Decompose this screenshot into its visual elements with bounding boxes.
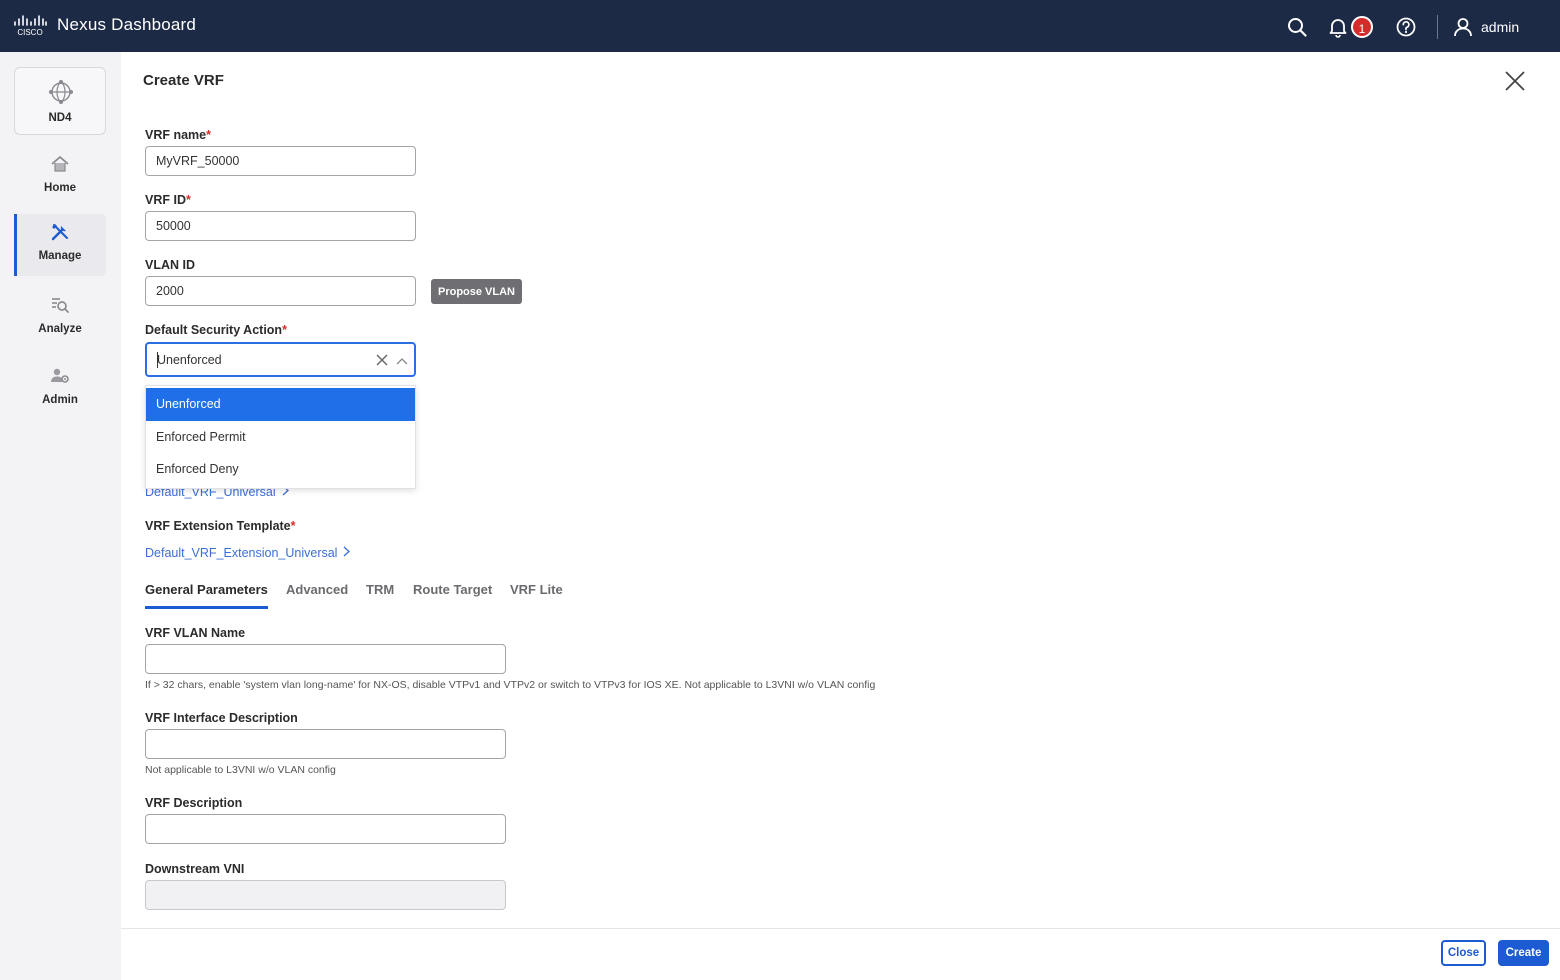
chevron-up-icon[interactable] <box>396 356 408 366</box>
required-marker: * <box>282 323 287 337</box>
tab-trm[interactable]: TRM <box>366 582 394 597</box>
create-button[interactable]: Create <box>1498 940 1549 966</box>
svg-text:CISCO: CISCO <box>17 28 42 37</box>
close-icon[interactable] <box>1504 70 1526 92</box>
vrf-description-input[interactable] <box>145 814 506 844</box>
security-action-dropdown: Unenforced Enforced Permit Enforced Deny <box>145 385 416 489</box>
option-enforced-permit[interactable]: Enforced Permit <box>146 421 415 454</box>
site-selector[interactable]: ND4 <box>14 67 106 135</box>
vrf-id-label: VRF ID* <box>145 193 191 207</box>
vrf-id-input[interactable] <box>145 211 416 241</box>
create-vrf-panel: Create VRF VRF name* VRF ID* VLAN ID Pro… <box>121 52 1560 980</box>
close-button[interactable]: Close <box>1441 940 1486 966</box>
sidebar-item-label: Home <box>44 182 76 194</box>
option-enforced-deny[interactable]: Enforced Deny <box>146 453 415 486</box>
toolbar-divider <box>1437 15 1438 39</box>
top-bar: CISCO Nexus Dashboard 1 admin <box>0 0 1560 52</box>
option-unenforced[interactable]: Unenforced <box>146 388 415 421</box>
sidebar-item-manage[interactable]: Manage <box>14 214 106 276</box>
sidebar: ND4 Home Manage Analyze Admin <box>0 52 121 980</box>
sidebar-item-label: Admin <box>42 394 78 406</box>
required-marker: * <box>206 128 212 142</box>
notification-badge[interactable]: 1 <box>1351 16 1373 38</box>
required-marker: * <box>185 193 191 207</box>
sidebar-item-label: Analyze <box>38 323 82 335</box>
tab-advanced[interactable]: Advanced <box>286 582 348 597</box>
security-action-label: Default Security Action* <box>145 323 287 337</box>
selected-value: Unenforced <box>157 353 222 367</box>
page-title: Create VRF <box>143 72 224 89</box>
security-action-select[interactable]: Unenforced <box>145 342 416 377</box>
tab-general-parameters[interactable]: General Parameters <box>145 582 268 597</box>
search-icon[interactable] <box>1286 16 1308 38</box>
extension-template-label-text: VRF Extension Template <box>145 519 291 533</box>
vrf-name-label: VRF name* <box>145 128 211 142</box>
tab-vrf-lite[interactable]: VRF Lite <box>510 582 563 597</box>
extension-template-link-text: Default_VRF_Extension_Universal <box>145 546 338 560</box>
text-caret <box>157 352 158 368</box>
sidebar-item-home[interactable]: Home <box>14 146 106 208</box>
admin-icon <box>51 368 69 383</box>
interface-description-input[interactable] <box>145 729 506 759</box>
vlan-name-input[interactable] <box>145 644 506 674</box>
vrf-description-label: VRF Description <box>145 796 243 810</box>
bell-icon[interactable] <box>1327 16 1349 38</box>
app-title: Nexus Dashboard <box>57 15 197 34</box>
vrf-name-label-text: VRF name <box>145 128 207 142</box>
globe-icon <box>49 80 73 104</box>
tab-route-target[interactable]: Route Target <box>413 582 492 597</box>
user-icon[interactable] <box>1452 16 1474 38</box>
sidebar-item-analyze[interactable]: Analyze <box>14 287 106 349</box>
vlan-id-label: VLAN ID <box>145 258 195 272</box>
vlan-id-input[interactable] <box>145 276 416 306</box>
propose-vlan-button[interactable]: Propose VLAN <box>431 279 522 304</box>
vlan-name-help: If > 32 chars, enable 'system vlan long-… <box>145 679 876 691</box>
sidebar-item-admin[interactable]: Admin <box>14 358 106 420</box>
help-icon[interactable] <box>1395 16 1417 38</box>
tools-icon <box>51 224 68 241</box>
footer-divider <box>121 928 1560 929</box>
cisco-logo: CISCO <box>14 15 47 37</box>
vlan-name-label: VRF VLAN Name <box>145 626 246 640</box>
downstream-vni-label: Downstream VNI <box>145 862 245 876</box>
interface-description-help: Not applicable to L3VNI w/o VLAN config <box>145 764 336 776</box>
sidebar-item-label: Manage <box>38 250 82 262</box>
site-label: ND4 <box>48 112 72 124</box>
required-marker: * <box>290 519 296 533</box>
security-action-label-text: Default Security Action <box>145 323 283 337</box>
interface-description-label: VRF Interface Description <box>145 711 298 725</box>
user-name[interactable]: admin <box>1481 19 1519 35</box>
extension-template-label: VRF Extension Template* <box>145 519 296 533</box>
clear-icon[interactable] <box>376 354 388 366</box>
vrf-id-label-text: VRF ID <box>145 193 186 207</box>
chevron-right-icon <box>344 546 351 557</box>
analyze-icon <box>52 298 69 313</box>
vrf-name-input[interactable] <box>145 146 416 176</box>
active-tab-indicator <box>145 606 268 609</box>
downstream-vni-input <box>145 880 506 910</box>
home-icon <box>51 156 69 172</box>
extension-template-link[interactable]: Default_VRF_Extension_Universal <box>145 546 351 560</box>
